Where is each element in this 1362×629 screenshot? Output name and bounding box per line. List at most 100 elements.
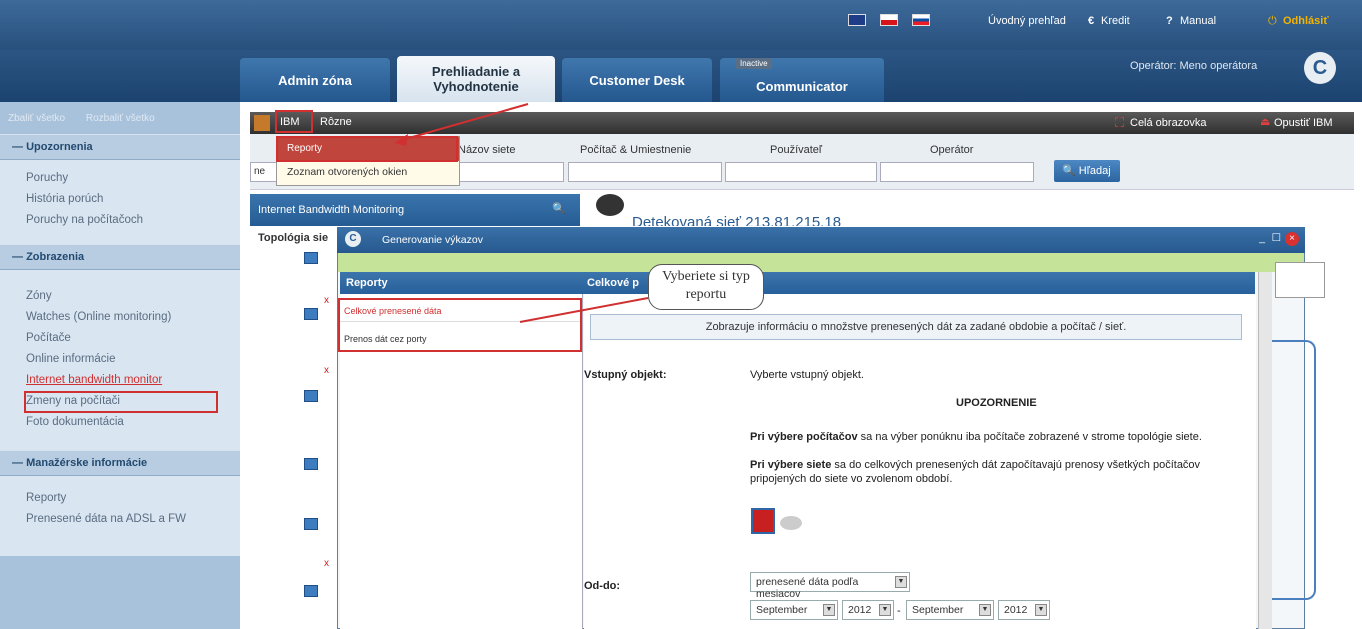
status-x-icon: x	[324, 295, 329, 306]
sidebar-item-adsl-data[interactable]: Prenesené dáta na ADSL a FW	[0, 509, 240, 530]
power-icon: ⏻	[1268, 15, 1277, 27]
computer-icon[interactable]	[304, 390, 318, 402]
ibm-app-icon	[254, 115, 270, 131]
sidebar-controls: Zbaliť všetko Rozbaliť všetko	[0, 102, 240, 134]
section-management[interactable]: — Manažérske informácie	[0, 450, 240, 476]
sidebar-item-zones[interactable]: Zóny	[0, 286, 240, 307]
ibm-menu-bar: IBM Rôzne ⛶ Celá obrazovka ⏏ Opustiť IBM	[250, 112, 1354, 134]
topology-label: Topológia sie	[258, 232, 329, 244]
section-alerts[interactable]: — Upozornenia	[0, 134, 240, 160]
sidebar: Zbaliť všetko Rozbaliť všetko — Upozorne…	[0, 102, 240, 629]
network-select-icon[interactable]	[780, 516, 802, 530]
alerts-list: Poruchy História porúch Poruchy na počít…	[0, 160, 240, 244]
logout-link[interactable]: Odhlásiť	[1283, 15, 1329, 27]
input-object-label: Vstupný objekt:	[584, 369, 667, 381]
warning-pc: Pri výbere počítačov sa na výber ponúknu…	[750, 431, 1202, 443]
warning-title: UPOZORNENIE	[956, 397, 1037, 409]
dialog-green-strip	[338, 253, 1304, 272]
bandwidth-bar: Internet Bandwidth Monitoring 🔍	[250, 194, 580, 226]
callout-line-2: reportu	[685, 287, 727, 302]
range-dash: -	[897, 605, 901, 617]
search-button[interactable]: 🔍 Hľadaj	[1054, 160, 1120, 182]
highlight-reports-item	[276, 136, 458, 162]
range-mode-select[interactable]: prenesené dáta podľa mesiacov ▼	[750, 572, 910, 600]
computer-icon[interactable]	[304, 518, 318, 530]
computer-icon[interactable]	[304, 458, 318, 470]
credit-link[interactable]: Kredit	[1101, 15, 1130, 27]
chevron-down-icon: ▼	[895, 576, 907, 588]
tab-customer-desk[interactable]: Customer Desk	[562, 58, 712, 102]
chevron-down-icon: ▼	[1035, 604, 1047, 616]
year-from-select[interactable]: 2012 ▼	[842, 600, 894, 620]
close-icon[interactable]: ×	[1285, 232, 1299, 246]
background-chart-frame	[1272, 340, 1316, 600]
tab-admin-zone[interactable]: Admin zóna	[240, 58, 390, 102]
leave-ibm-link[interactable]: Opustiť IBM	[1274, 117, 1333, 129]
help-icon: ?	[1166, 15, 1173, 27]
month-to-select[interactable]: September ▼	[906, 600, 994, 620]
expand-all-link[interactable]: Rozbaliť všetko	[86, 113, 155, 124]
pc-location-input[interactable]	[568, 162, 722, 182]
date-range-label: Od-do:	[584, 580, 621, 592]
flag-cz-icon[interactable]	[880, 14, 898, 26]
bandwidth-title: Internet Bandwidth Monitoring	[258, 204, 405, 216]
minimize-icon[interactable]: _	[1259, 232, 1265, 244]
month-from-select[interactable]: September ▼	[750, 600, 838, 620]
pc-location-label: Počítač & Umiestnenie	[580, 144, 692, 156]
manual-link[interactable]: Manual	[1180, 15, 1216, 27]
sidebar-item-online-info[interactable]: Online informácie	[0, 349, 240, 370]
tab-review[interactable]: Prehliadanie a Vyhodnotenie	[397, 56, 555, 102]
sidebar-item-bandwidth-monitor[interactable]: Internet bandwidth monitor	[0, 370, 240, 391]
computer-icon[interactable]	[304, 252, 318, 264]
excel-export-icon[interactable]	[1275, 262, 1325, 298]
sidebar-item-photo-docs[interactable]: Foto dokumentácia	[0, 412, 240, 433]
computer-select-icon[interactable]	[751, 508, 775, 534]
year-to-select[interactable]: 2012 ▼	[998, 600, 1050, 620]
operator-input[interactable]	[880, 162, 1034, 182]
exit-icon: ⏏	[1260, 116, 1271, 128]
user-label: Používateľ	[770, 144, 823, 156]
network-name-label: Názov siete	[458, 144, 516, 156]
fullscreen-icon: ⛶	[1115, 115, 1125, 130]
operator-label-search: Operátor	[930, 144, 974, 156]
top-bar: Úvodný prehľad € Kredit ? Manual ⏻ Odhlá…	[0, 0, 1362, 50]
computer-icon[interactable]	[304, 308, 318, 320]
menu-misc[interactable]: Rôzne	[320, 116, 352, 128]
chevron-down-icon: ▼	[823, 604, 835, 616]
bandwidth-search-icon[interactable]: 🔍	[552, 202, 566, 215]
status-x-icon: x	[324, 558, 329, 569]
flag-uk-icon[interactable]	[848, 14, 866, 26]
highlight-bandwidth-monitor	[24, 391, 218, 413]
network-router-icon	[596, 194, 624, 216]
flag-sk-icon[interactable]	[912, 14, 930, 26]
sidebar-item-pc-faults[interactable]: Poruchy na počítačoch	[0, 210, 240, 231]
warning-network: Pri výbere siete sa do celkových prenese…	[750, 459, 1201, 485]
logo-icon: C	[1304, 52, 1336, 84]
sidebar-item-reports[interactable]: Reporty	[0, 488, 240, 509]
computer-icon[interactable]	[304, 585, 318, 597]
chevron-down-icon: ▼	[879, 604, 891, 616]
sidebar-item-fault-history[interactable]: História porúch	[0, 189, 240, 210]
callout-bubble: Vyberiete si typ reportu	[648, 264, 764, 310]
sidebar-item-faults[interactable]: Poruchy	[0, 168, 240, 189]
sidebar-item-computers[interactable]: Počítače	[0, 328, 240, 349]
dialog-title: Generovanie výkazov	[382, 234, 483, 246]
overview-link[interactable]: Úvodný prehľad	[988, 15, 1066, 27]
detected-network-title[interactable]: Detekovaná sieť 213.81.215.18	[632, 214, 841, 226]
sidebar-item-watches[interactable]: Watches (Online monitoring)	[0, 307, 240, 328]
menu-item-open-windows[interactable]: Zoznam otvorených okien	[277, 161, 459, 185]
report-detail-body: Zobrazuje informáciu o množstve prenesen…	[584, 294, 1256, 629]
reports-header: Reporty	[340, 272, 583, 294]
fullscreen-link[interactable]: Celá obrazovka	[1130, 117, 1206, 129]
inactive-badge: Inactive	[736, 58, 772, 69]
maximize-icon[interactable]: ☐	[1272, 232, 1281, 244]
operator-label: Operátor: Meno operátora	[1130, 60, 1258, 72]
callout-line-1: Vyberiete si typ	[662, 269, 750, 284]
user-input[interactable]	[725, 162, 877, 182]
dialog-logo-icon: C	[345, 231, 361, 247]
dialog-scrollbar[interactable]	[1258, 272, 1272, 629]
input-object-value[interactable]: Vyberte vstupný objekt.	[750, 368, 864, 382]
section-views[interactable]: — Zobrazenia	[0, 244, 240, 270]
collapse-all-link[interactable]: Zbaliť všetko	[8, 113, 65, 124]
euro-icon: €	[1088, 15, 1095, 27]
